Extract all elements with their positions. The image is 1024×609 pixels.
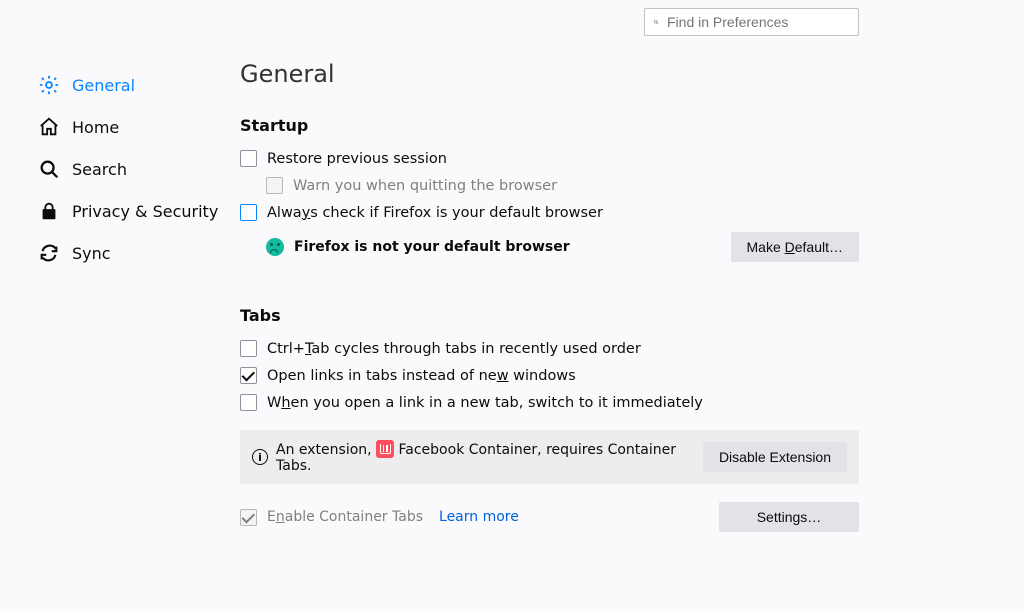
- sidebar-item-label: Search: [72, 160, 127, 179]
- default-browser-status: Firefox is not your default browser: [294, 239, 570, 255]
- sidebar-item-general[interactable]: General: [30, 64, 240, 106]
- checkbox-restore-session[interactable]: [240, 150, 257, 167]
- gear-icon: [38, 74, 60, 96]
- sidebar-item-label: Sync: [72, 244, 111, 263]
- checkbox-ctrl-tab[interactable]: [240, 340, 257, 357]
- checkbox-label: Restore previous session: [267, 151, 447, 167]
- container-settings-button[interactable]: Settings…: [719, 502, 859, 532]
- checkbox-label: When you open a link in a new tab, switc…: [267, 395, 703, 411]
- checkbox-warn-quit: [266, 177, 283, 194]
- content: General Startup Restore previous session…: [240, 60, 1024, 609]
- sidebar-item-privacy[interactable]: Privacy & Security: [30, 190, 240, 232]
- checkbox-label: Always check if Firefox is your default …: [267, 205, 603, 221]
- page-title: General: [240, 60, 859, 88]
- search-box[interactable]: [644, 8, 859, 36]
- sad-face-icon: [266, 238, 284, 256]
- sidebar: General Home Search Privacy & Security S…: [30, 60, 240, 609]
- checkbox-container-tabs: [240, 509, 257, 526]
- extension-icon: [376, 440, 394, 458]
- sidebar-item-sync[interactable]: Sync: [30, 232, 240, 274]
- checkbox-default-browser[interactable]: [240, 204, 257, 221]
- sidebar-item-label: Privacy & Security: [72, 202, 218, 221]
- lock-icon: [38, 200, 60, 222]
- section-tabs: Tabs: [240, 306, 859, 325]
- info-icon: i: [252, 449, 268, 465]
- checkbox-open-links-tabs[interactable]: [240, 367, 257, 384]
- notice-text: An extension, Facebook Container, requir…: [276, 440, 691, 474]
- search-icon: [653, 15, 659, 29]
- sidebar-item-search[interactable]: Search: [30, 148, 240, 190]
- sidebar-item-home[interactable]: Home: [30, 106, 240, 148]
- checkbox-label: Open links in tabs instead of new window…: [267, 368, 576, 384]
- checkbox-switch-new-tab[interactable]: [240, 394, 257, 411]
- disable-extension-button[interactable]: Disable Extension: [703, 442, 847, 472]
- make-default-button[interactable]: Make Default…: [731, 232, 860, 262]
- sidebar-item-label: General: [72, 76, 135, 95]
- checkbox-label: Enable Container Tabs: [267, 509, 423, 525]
- section-startup: Startup: [240, 116, 859, 135]
- checkbox-label: Ctrl+Tab cycles through tabs in recently…: [267, 341, 641, 357]
- checkbox-label: Warn you when quitting the browser: [293, 178, 557, 194]
- learn-more-link[interactable]: Learn more: [439, 509, 519, 525]
- sync-icon: [38, 242, 60, 264]
- extension-notice: i An extension, Facebook Container, requ…: [240, 430, 859, 484]
- search-icon: [38, 158, 60, 180]
- search-input[interactable]: [665, 13, 850, 31]
- home-icon: [38, 116, 60, 138]
- sidebar-item-label: Home: [72, 118, 119, 137]
